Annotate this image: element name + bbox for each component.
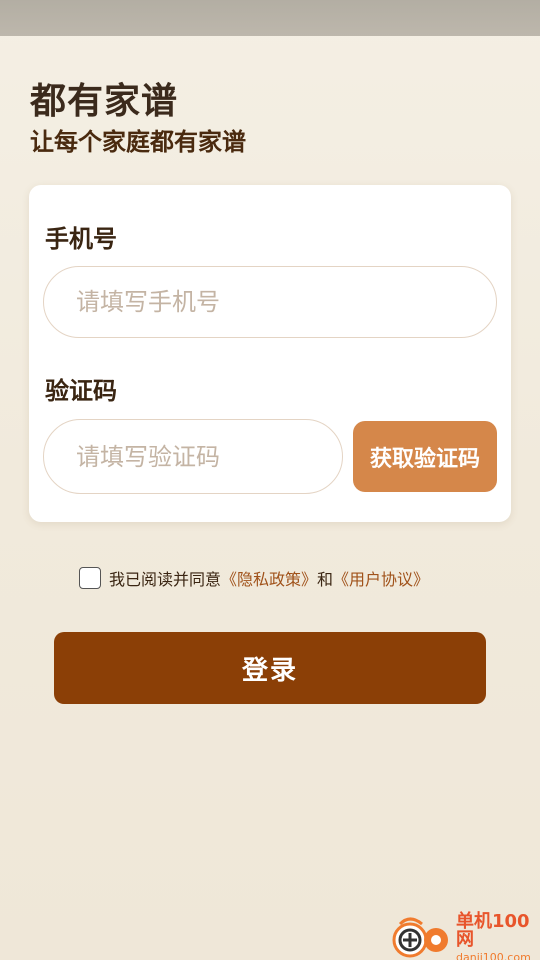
watermark-text-cn: 单机100网 — [456, 911, 530, 950]
phone-input[interactable] — [43, 266, 497, 338]
status-bar — [0, 0, 540, 36]
app-title: 都有家谱 — [30, 80, 179, 122]
agreement-text: 我已阅读并同意 — [109, 570, 222, 589]
privacy-policy-link[interactable]: 《隐私政策》 — [221, 566, 317, 590]
danji-logo-icon — [392, 917, 448, 958]
watermark-text-en: danji100.com — [456, 951, 531, 960]
user-agreement-link[interactable]: 《用户协议》 — [333, 566, 429, 590]
agreement-checkbox[interactable] — [79, 567, 101, 589]
phone-label: 手机号 — [45, 224, 117, 253]
agreement-row: 我已阅读并同意 《隐私政策》 和 《用户协议》 — [79, 566, 429, 590]
login-button[interactable]: 登录 — [54, 632, 486, 704]
app-subtitle: 让每个家庭都有家谱 — [30, 127, 246, 156]
verification-code-input[interactable] — [43, 419, 343, 494]
agreement-conjunction: 和 — [317, 570, 334, 589]
verification-code-label: 验证码 — [45, 376, 117, 405]
get-verification-code-button[interactable]: 获取验证码 — [353, 421, 497, 492]
login-card: 手机号 验证码 获取验证码 — [29, 185, 511, 522]
watermark: 单机100网 danji100.com — [392, 911, 540, 960]
